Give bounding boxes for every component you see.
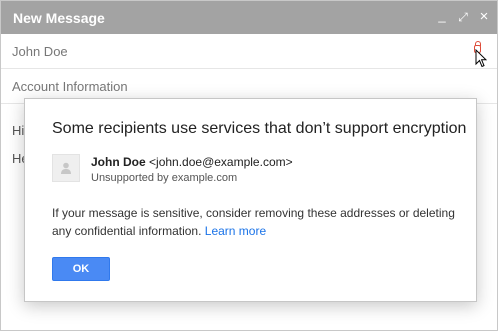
- person-icon: [61, 162, 71, 174]
- compose-window: New Message _ ⤢ × John Doe Account Infor…: [0, 0, 498, 331]
- recipient-status: Unsupported by example.com: [91, 172, 238, 184]
- ok-button[interactable]: OK: [52, 257, 110, 281]
- to-field[interactable]: John Doe: [1, 34, 497, 69]
- dialog-message: If your message is sensitive, consider r…: [52, 204, 457, 240]
- encryption-warning-dialog: Some recipients use services that don’t …: [24, 98, 477, 302]
- mouse-pointer-icon: [475, 49, 487, 68]
- minimize-icon[interactable]: _: [434, 7, 450, 25]
- window-title: New Message: [13, 10, 105, 26]
- dialog-title: Some recipients use services that don’t …: [52, 120, 467, 137]
- recipient-email: <john.doe@example.com>: [149, 155, 293, 169]
- recipient-name: John Doe: [91, 155, 146, 169]
- subject-text: Account Information: [12, 79, 128, 94]
- learn-more-link[interactable]: Learn more: [205, 224, 266, 238]
- recipient-info: John Doe <john.doe@example.com>: [91, 155, 293, 169]
- expand-icon[interactable]: ⤢: [455, 8, 471, 26]
- close-icon[interactable]: ×: [476, 8, 492, 26]
- body-text-line: Hi: [12, 123, 25, 138]
- avatar: [52, 154, 80, 182]
- compose-titlebar[interactable]: New Message _ ⤢ ×: [1, 1, 497, 34]
- recipient-chip[interactable]: John Doe: [12, 44, 68, 59]
